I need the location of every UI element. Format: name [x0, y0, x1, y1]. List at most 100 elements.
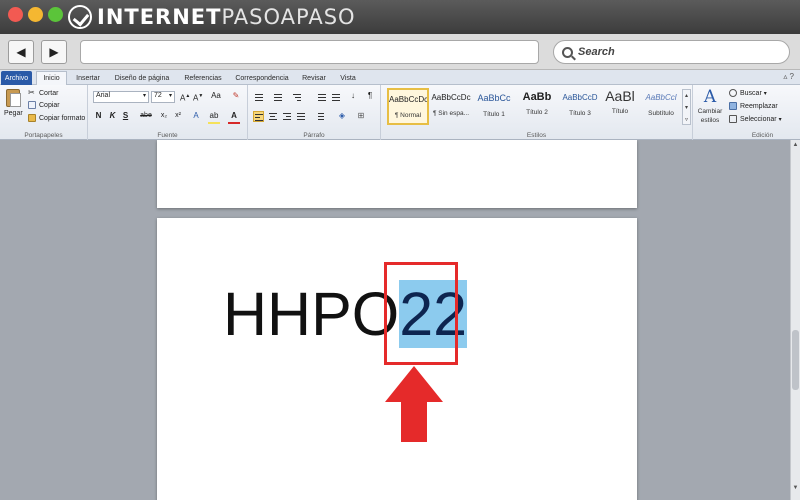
show-formatting-icon[interactable]: ¶ [365, 91, 375, 102]
back-button[interactable]: ◀ [8, 40, 34, 64]
find-button[interactable]: Buscar ▾ [729, 89, 767, 97]
logo-text: INTERNETPASOAPASO [97, 5, 356, 29]
strikethrough-button[interactable]: abe [138, 111, 154, 122]
forward-button[interactable]: ▶ [41, 40, 67, 64]
forward-arrow-icon: ▶ [49, 45, 59, 59]
style-sample: AaBbCcDc [389, 95, 427, 104]
grow-font-icon[interactable]: A▲ [180, 91, 190, 103]
style-titulo-3[interactable]: AaBbCcD Título 3 [559, 88, 601, 125]
select-label: Seleccionar [740, 115, 777, 123]
change-case-button[interactable]: Aa [208, 91, 224, 102]
red-up-arrow-icon [385, 366, 443, 442]
align-right-icon[interactable] [281, 111, 292, 122]
tab-insertar[interactable]: Insertar [71, 71, 105, 85]
tab-referencias[interactable]: Referencias [180, 71, 226, 85]
address-bar[interactable] [80, 40, 539, 64]
scissors-icon: ✂ [28, 88, 35, 97]
paste-icon[interactable] [6, 89, 21, 107]
justify-icon[interactable] [295, 111, 306, 122]
align-center-icon[interactable] [267, 111, 278, 122]
borders-icon[interactable]: ⊞ [355, 111, 367, 122]
font-name-select[interactable]: Arial ▾ [93, 91, 149, 103]
change-styles-label-1: Cambiar [697, 108, 723, 115]
styles-group-label: Estilos [526, 132, 547, 139]
select-button[interactable]: Seleccionar ▾ [729, 115, 782, 123]
sort-icon[interactable]: ↓ [347, 91, 359, 102]
search-icon [562, 46, 573, 58]
style-titulo-2[interactable]: AaBb Título 2 [516, 88, 558, 125]
style-titulo-1[interactable]: AaBbCc Título 1 [473, 88, 515, 125]
style-name: Subtítulo [648, 110, 674, 117]
tab-diseno-de-pagina[interactable]: Diseño de página [111, 71, 173, 85]
replace-button[interactable]: Reemplazar [729, 102, 778, 110]
numbering-icon[interactable] [272, 92, 283, 103]
tab-revisar[interactable]: Revisar [300, 71, 328, 85]
text-effects-icon[interactable]: A [190, 111, 202, 122]
vertical-scrollbar[interactable]: ▲ ▼ [790, 140, 800, 500]
highlight-color-icon[interactable]: ab [208, 111, 220, 122]
italic-button[interactable]: K [108, 111, 117, 122]
clipboard-group: Pegar ✂ Cortar Copiar Copiar formato Por… [0, 85, 88, 140]
format-painter-button[interactable]: Copiar formato [28, 114, 85, 122]
style-sample: AaBbCc [477, 93, 511, 103]
tab-inicio[interactable]: Inicio [36, 71, 67, 85]
close-window-button[interactable] [8, 7, 23, 22]
binoculars-icon [729, 89, 737, 97]
previous-page[interactable] [157, 140, 637, 208]
style-sin-espaciado[interactable]: AaBbCcDc ¶ Sin espa... [430, 88, 472, 125]
style-name: ¶ Sin espa... [432, 110, 469, 117]
multilevel-list-icon[interactable] [291, 92, 302, 103]
clipboard-group-label: Portapapeles [24, 132, 63, 139]
highlight-color-swatch [208, 122, 220, 124]
text-plain[interactable]: HHPO [223, 280, 399, 348]
line-spacing-icon[interactable] [314, 111, 325, 122]
document-page[interactable]: HHPO22 [157, 218, 637, 500]
copy-button[interactable]: Copiar [28, 101, 60, 109]
underline-button[interactable]: S [121, 111, 130, 122]
style-titulo[interactable]: AaBl Título [599, 88, 641, 125]
subscript-button[interactable]: x₂ [158, 111, 170, 122]
change-styles-icon: A [703, 87, 717, 107]
back-arrow-icon: ◀ [16, 45, 26, 59]
clear-format-icon[interactable]: ✎ [230, 91, 242, 102]
maximize-window-button[interactable] [48, 7, 63, 22]
bold-button[interactable]: N [94, 111, 103, 122]
align-left-icon[interactable] [253, 111, 264, 122]
replace-icon [729, 102, 737, 110]
tab-correspondencia[interactable]: Correspondencia [232, 71, 292, 85]
copy-icon [28, 101, 36, 109]
style-name: Título 3 [569, 110, 591, 117]
ribbon-help-icons[interactable]: ▵ ? [783, 72, 794, 81]
paste-button-label[interactable]: Pegar [4, 110, 23, 117]
shrink-font-icon[interactable]: A▼ [193, 91, 203, 103]
style-subtitulo[interactable]: AaBbCcl Subtítulo [640, 88, 682, 125]
scrollbar-thumb[interactable] [792, 330, 799, 390]
change-styles-label-2: estilos [700, 117, 720, 124]
cursor-icon [729, 115, 737, 123]
styles-gallery-scroll[interactable]: ▴ ▾ ▿ [682, 89, 691, 125]
style-name: Título 1 [483, 111, 505, 118]
change-styles-button[interactable]: A Cambiar estilos [695, 88, 725, 128]
tab-archivo[interactable]: Archivo [1, 71, 32, 85]
search-placeholder: Search [578, 46, 615, 58]
superscript-button[interactable]: x² [172, 111, 184, 122]
bullets-icon[interactable] [253, 92, 264, 103]
style-normal[interactable]: AaBbCcDc ¶ Normal [387, 88, 429, 125]
decrease-indent-icon[interactable] [316, 92, 327, 103]
tab-vista[interactable]: Vista [336, 71, 360, 85]
scroll-down-icon[interactable]: ▼ [791, 485, 800, 491]
font-color-icon[interactable]: A [228, 111, 240, 122]
scroll-up-icon[interactable]: ▲ [791, 142, 800, 148]
editing-group: Buscar ▾ Reemplazar Seleccionar ▾ Edición [725, 85, 800, 140]
cut-label: Cortar [39, 89, 59, 97]
font-size-select[interactable]: 72 ▾ [151, 91, 175, 103]
cut-button[interactable]: ✂ Cortar [28, 89, 58, 97]
search-field[interactable]: Search [553, 40, 790, 64]
paintbrush-icon [28, 114, 36, 122]
shading-icon[interactable]: ◈ [336, 111, 348, 122]
style-sample: AaBbCcD [562, 93, 598, 102]
minimize-window-button[interactable] [28, 7, 43, 22]
site-logo: INTERNETPASOAPASO [68, 4, 356, 30]
increase-indent-icon[interactable] [330, 92, 341, 103]
format-painter-label: Copiar formato [39, 114, 86, 122]
